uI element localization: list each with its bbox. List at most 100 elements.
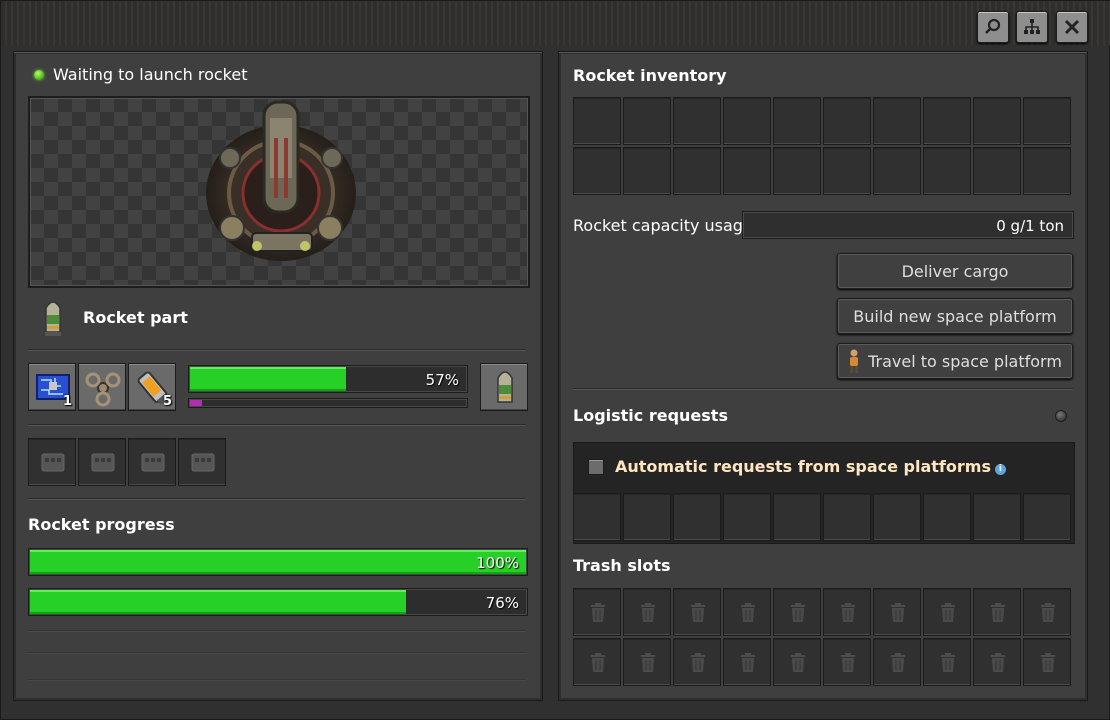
info-icon[interactable]: i <box>994 464 1006 475</box>
trash-icon <box>641 653 655 672</box>
ingredient-count: 1 <box>62 394 72 409</box>
empty-slot-placeholder <box>488 438 536 486</box>
logistic-request-slot[interactable] <box>973 493 1021 541</box>
entity-preview[interactable] <box>28 96 530 288</box>
travel-to-space-platform-button[interactable]: Travel to space platform <box>837 343 1073 379</box>
trash-icon <box>1041 603 1055 622</box>
rocket-inventory-slot[interactable] <box>723 147 771 195</box>
trash-icon <box>941 653 955 672</box>
logistic-request-slot[interactable] <box>773 493 821 541</box>
rocket-inventory-slot[interactable] <box>973 97 1021 145</box>
rocket-inventory-slot[interactable] <box>623 147 671 195</box>
rocket-inventory-slot[interactable] <box>673 97 721 145</box>
module-icon <box>191 453 215 472</box>
rocket-inventory-slot[interactable] <box>673 147 721 195</box>
rocket-inventory-slot[interactable] <box>573 97 621 145</box>
result-slot[interactable] <box>480 363 528 411</box>
module-slot[interactable] <box>128 438 176 486</box>
rocket-inventory-slot[interactable] <box>873 147 921 195</box>
search-button[interactable] <box>977 11 1009 43</box>
trash-slot[interactable] <box>673 588 721 636</box>
trash-slot[interactable] <box>623 638 671 686</box>
deliver-cargo-label: Deliver cargo <box>901 261 1009 281</box>
logistic-request-slot[interactable] <box>823 493 871 541</box>
trash-slot[interactable] <box>873 588 921 636</box>
divider <box>28 498 526 500</box>
status-indicator-icon <box>34 70 44 80</box>
trash-slot[interactable] <box>973 588 1021 636</box>
trash-slots-heading: Trash slots <box>573 556 671 575</box>
trash-icon <box>991 653 1005 672</box>
trash-slot[interactable] <box>823 638 871 686</box>
rocket-inventory-slot[interactable] <box>623 97 671 145</box>
recipe-label: Rocket part <box>83 308 188 327</box>
rocket-inventory-slot[interactable] <box>823 97 871 145</box>
rocket-inventory-slot[interactable] <box>773 147 821 195</box>
network-button[interactable] <box>1016 11 1048 43</box>
rocket-capacity-bar: 0 g/1 ton <box>742 211 1074 239</box>
trash-slot[interactable] <box>773 588 821 636</box>
divider <box>28 349 526 351</box>
logistic-request-slot[interactable] <box>1023 493 1071 541</box>
logistic-request-slot[interactable] <box>623 493 671 541</box>
trash-slot[interactable] <box>773 638 821 686</box>
rocket-inventory-heading: Rocket inventory <box>573 66 727 85</box>
rocket-silo-window: Waiting to launch rocket Rocket part 1 5… <box>0 0 1110 720</box>
trash-icon <box>891 653 905 672</box>
automatic-requests-checkbox[interactable] <box>588 459 604 475</box>
rocket-progress-text: 76% <box>485 594 519 612</box>
logistic-request-slot[interactable] <box>573 493 621 541</box>
trash-icon <box>791 603 805 622</box>
low-density-structure-icon <box>85 372 121 407</box>
ingredient-slot[interactable]: 1 <box>28 363 76 411</box>
title-bar[interactable] <box>1 1 1110 45</box>
rocket-inventory-slot[interactable] <box>923 97 971 145</box>
logistic-requests-toggle[interactable] <box>1055 410 1067 422</box>
build-space-platform-button[interactable]: Build new space platform <box>837 298 1073 334</box>
rocket-silo-icon <box>206 100 356 261</box>
trash-slot[interactable] <box>923 588 971 636</box>
rocket-inventory-slot[interactable] <box>823 147 871 195</box>
trash-slot[interactable] <box>573 638 621 686</box>
rocket-inventory-slot[interactable] <box>873 97 921 145</box>
logistic-request-slot[interactable] <box>723 493 771 541</box>
rocket-inventory-slot[interactable] <box>1023 147 1071 195</box>
trash-slot[interactable] <box>573 588 621 636</box>
module-icon <box>41 453 65 472</box>
rocket-progress-text: 100% <box>476 554 519 572</box>
trash-slot[interactable] <box>823 588 871 636</box>
rocket-inventory-slot[interactable] <box>723 97 771 145</box>
trash-slot[interactable] <box>973 638 1021 686</box>
logistic-request-slot[interactable] <box>673 493 721 541</box>
trash-slot[interactable] <box>923 638 971 686</box>
module-slot[interactable] <box>178 438 226 486</box>
trash-icon <box>941 603 955 622</box>
trash-slot[interactable] <box>1023 588 1071 636</box>
logistic-request-slot[interactable] <box>873 493 921 541</box>
rocket-progress-fill <box>30 590 407 614</box>
close-button[interactable] <box>1056 11 1088 43</box>
module-slot[interactable] <box>78 438 126 486</box>
trash-slot[interactable] <box>623 588 671 636</box>
rocket-inventory-slot[interactable] <box>773 97 821 145</box>
trash-slot[interactable] <box>673 638 721 686</box>
trash-slot[interactable] <box>723 588 771 636</box>
rocket-capacity-label: Rocket capacity usage <box>573 216 753 235</box>
trash-icon <box>641 603 655 622</box>
rocket-inventory-slot[interactable] <box>573 147 621 195</box>
logistic-request-slot[interactable] <box>923 493 971 541</box>
rocket-inventory-slot[interactable] <box>973 147 1021 195</box>
trash-slot[interactable] <box>1023 638 1071 686</box>
module-slot[interactable] <box>28 438 76 486</box>
trash-slot[interactable] <box>873 638 921 686</box>
trash-slot[interactable] <box>723 638 771 686</box>
search-icon <box>985 18 1001 34</box>
rocket-inventory-slot[interactable] <box>923 147 971 195</box>
rocket-inventory-slot[interactable] <box>1023 97 1071 145</box>
ingredient-slot[interactable] <box>78 363 126 411</box>
deliver-cargo-button[interactable]: Deliver cargo <box>837 253 1073 289</box>
ingredient-count: 5 <box>162 394 172 409</box>
ingredient-slot[interactable]: 5 <box>128 363 176 411</box>
trash-icon <box>891 603 905 622</box>
trash-icon <box>691 603 705 622</box>
